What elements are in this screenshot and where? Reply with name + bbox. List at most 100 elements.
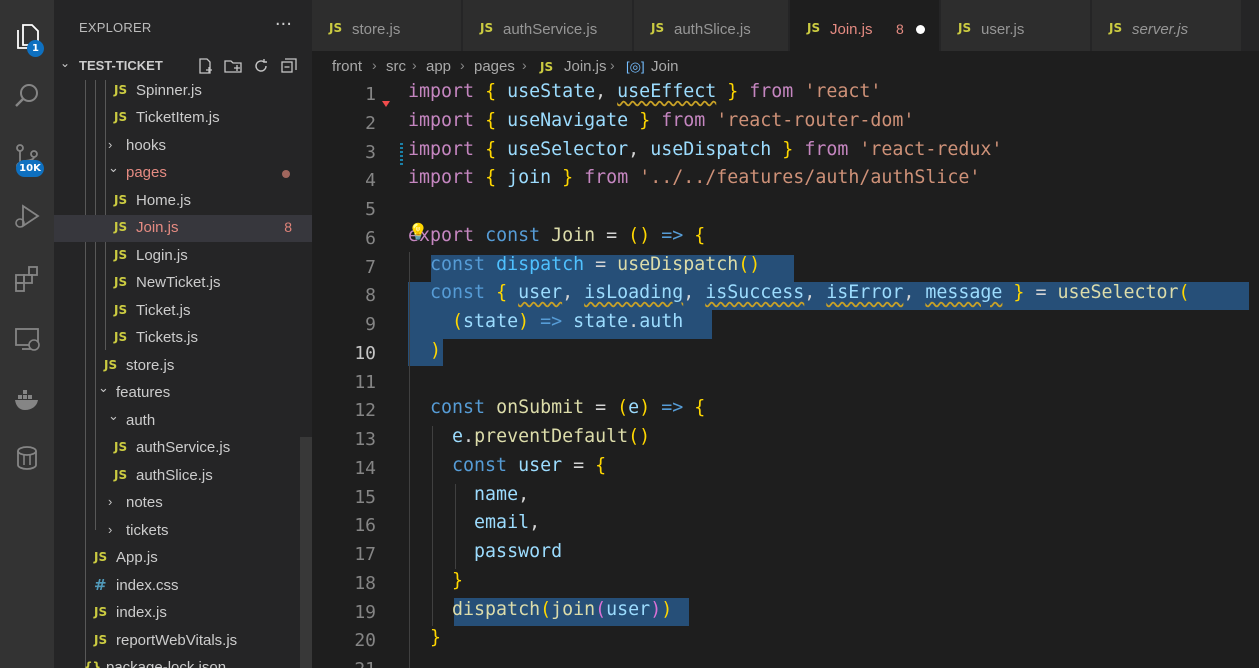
- breadcrumb-item[interactable]: app: [426, 58, 451, 75]
- problems-count: 8: [896, 21, 904, 37]
- js-file-icon: JS: [114, 468, 128, 482]
- code-line[interactable]: import { useState, useEffect } from 'rea…: [408, 81, 881, 102]
- lightbulb-icon[interactable]: 💡: [408, 222, 428, 241]
- breadcrumb-item[interactable]: front: [332, 58, 362, 75]
- code-line[interactable]: const { user, isLoading, isSuccess, isEr…: [408, 282, 1190, 303]
- line-number: 20: [354, 630, 376, 651]
- breadcrumb-item[interactable]: Join.js: [564, 58, 607, 75]
- code-line[interactable]: password: [408, 541, 562, 562]
- line-number: 17: [354, 544, 376, 565]
- tab-store-js[interactable]: JS store.js: [312, 0, 462, 51]
- tab-authslice-js[interactable]: JS authSlice.js: [634, 0, 789, 51]
- line-number: 8: [365, 285, 376, 306]
- code-line[interactable]: const user = {: [408, 455, 606, 476]
- collapse-all-icon[interactable]: [278, 55, 300, 77]
- list-item[interactable]: › hooks: [54, 133, 312, 160]
- symbol-variable-icon: [◎]: [626, 59, 645, 74]
- code-line[interactable]: dispatch(join(user)): [408, 599, 672, 620]
- breadcrumb-item[interactable]: src: [386, 58, 406, 75]
- project-header[interactable]: ⌄ TEST-TICKET: [54, 53, 312, 79]
- code-line[interactable]: name,: [408, 484, 529, 505]
- more-actions-button[interactable]: ···: [275, 14, 292, 35]
- tab-join-js[interactable]: JS Join.js 8: [790, 0, 940, 51]
- explorer-title: EXPLORER: [79, 20, 152, 35]
- new-file-icon[interactable]: [194, 55, 216, 77]
- list-item[interactable]: JS authSlice.js: [54, 463, 312, 490]
- list-item[interactable]: JS Join.js 8: [54, 215, 312, 242]
- unsaved-dot-icon[interactable]: [916, 25, 925, 34]
- breadcrumb-item[interactable]: pages: [474, 58, 515, 75]
- code-editor[interactable]: 1 2 3 4 5 6 7 8 9 10 11 12 13 14 15 16 1…: [312, 81, 1259, 668]
- code-line[interactable]: import { useSelector, useDispatch } from…: [408, 139, 1002, 160]
- list-item[interactable]: JS App.js: [54, 545, 312, 572]
- code-line[interactable]: const onSubmit = (e) => {: [408, 397, 705, 418]
- remote-explorer-icon[interactable]: [0, 317, 54, 361]
- tab-server-js[interactable]: JS server.js: [1092, 0, 1242, 51]
- database-icon[interactable]: [0, 436, 54, 480]
- chevron-down-icon: ⌄: [60, 56, 71, 70]
- js-file-icon: JS: [540, 60, 554, 74]
- code-line[interactable]: e.preventDefault(): [408, 426, 650, 447]
- js-file-icon: JS: [807, 21, 821, 35]
- activity-bar: 1 10K: [0, 0, 54, 668]
- new-folder-icon[interactable]: [222, 55, 244, 77]
- run-debug-icon[interactable]: [0, 194, 54, 238]
- list-item[interactable]: JS Login.js: [54, 243, 312, 270]
- tab-authservice-js[interactable]: JS authService.js: [463, 0, 633, 51]
- list-item[interactable]: # index.css: [54, 573, 312, 600]
- js-file-icon: JS: [114, 440, 128, 454]
- js-file-icon: JS: [114, 83, 128, 97]
- line-number: 9: [365, 314, 376, 335]
- js-file-icon: JS: [958, 21, 972, 35]
- modified-line-marker: [400, 143, 403, 167]
- modified-dot: [282, 170, 290, 178]
- search-icon[interactable]: [0, 74, 54, 118]
- js-file-icon: JS: [94, 633, 108, 647]
- tab-user-js[interactable]: JS user.js: [941, 0, 1091, 51]
- code-line[interactable]: export const Join = () => {: [408, 225, 705, 246]
- extensions-icon[interactable]: [0, 256, 54, 300]
- list-item[interactable]: JS reportWebVitals.js: [54, 628, 312, 655]
- chevron-down-icon: ⌄: [108, 408, 119, 423]
- code-line[interactable]: }: [408, 570, 463, 591]
- code-line[interactable]: email,: [408, 512, 540, 533]
- list-item[interactable]: JS Ticket.js: [54, 298, 312, 325]
- list-item[interactable]: JS index.js: [54, 600, 312, 627]
- code-line[interactable]: const dispatch = useDispatch(): [408, 254, 760, 275]
- list-item[interactable]: JS TicketItem.js: [54, 105, 312, 132]
- code-line[interactable]: (state) => state.auth: [408, 311, 683, 332]
- code-line[interactable]: import { useNavigate } from 'react-route…: [408, 110, 914, 131]
- js-file-icon: JS: [114, 193, 128, 207]
- list-item[interactable]: › notes: [54, 490, 312, 517]
- breadcrumb-item[interactable]: Join: [651, 58, 679, 75]
- code-line[interactable]: }: [408, 627, 441, 648]
- list-item[interactable]: JS store.js: [54, 353, 312, 380]
- code-line[interactable]: import { join } from '../../features/aut…: [408, 167, 980, 188]
- line-number: 13: [354, 429, 376, 450]
- list-item[interactable]: JS authService.js: [54, 435, 312, 462]
- js-file-icon: JS: [104, 358, 118, 372]
- project-name: TEST-TICKET: [79, 58, 163, 73]
- list-item[interactable]: JS Spinner.js: [54, 78, 312, 105]
- docker-icon[interactable]: [0, 378, 54, 422]
- problems-count: 8: [284, 219, 292, 235]
- list-item[interactable]: ⌄ features: [54, 380, 312, 407]
- line-number: 5: [365, 199, 376, 220]
- list-item[interactable]: ⌄ pages: [54, 160, 312, 187]
- sidebar-scrollbar[interactable]: [300, 437, 312, 668]
- list-item[interactable]: JS NewTicket.js: [54, 270, 312, 297]
- line-number: 10: [354, 343, 376, 364]
- line-number: 11: [354, 372, 376, 393]
- js-file-icon: JS: [1109, 21, 1123, 35]
- line-number: 18: [354, 573, 376, 594]
- code-line[interactable]: ): [408, 340, 441, 361]
- list-item[interactable]: {} package-lock.json: [54, 655, 312, 668]
- chevron-right-icon: ›: [108, 522, 113, 537]
- list-item[interactable]: JS Home.js: [54, 188, 312, 215]
- css-file-icon: #: [94, 576, 107, 594]
- list-item[interactable]: JS Tickets.js: [54, 325, 312, 352]
- list-item[interactable]: › tickets: [54, 518, 312, 545]
- explorer-sidebar: EXPLORER ··· ⌄ TEST-TICKET JS Spinner.js…: [54, 0, 312, 668]
- list-item[interactable]: ⌄ auth: [54, 408, 312, 435]
- refresh-icon[interactable]: [250, 55, 272, 77]
